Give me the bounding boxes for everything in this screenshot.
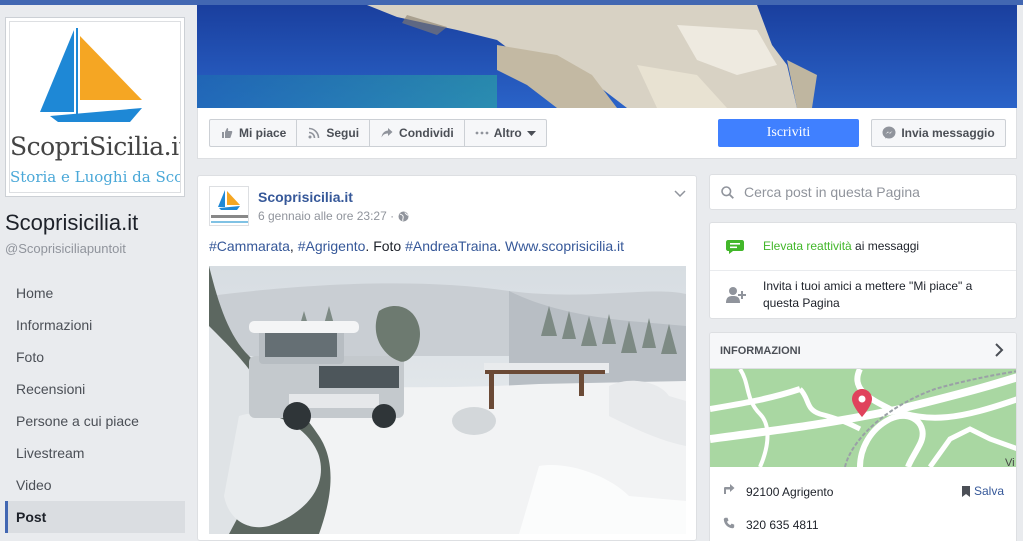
follow-label: Segui xyxy=(326,126,360,140)
responsiveness-highlight: Elevata reattività xyxy=(763,239,852,253)
more-dots-icon xyxy=(475,126,489,140)
nav-item-reviews[interactable]: Recensioni xyxy=(5,373,185,405)
about-card: INFORMAZIONI Vi 92100 Agrigento Salva 32… xyxy=(709,332,1017,541)
page-handle[interactable]: @Scoprisiciliapuntoit xyxy=(5,241,126,256)
phone-number[interactable]: 320 635 4811 xyxy=(746,518,819,532)
about-title: INFORMAZIONI xyxy=(720,345,801,357)
post-photo[interactable] xyxy=(209,266,686,534)
search-input[interactable] xyxy=(744,184,1004,200)
profile-picture[interactable]: ScopriSicilia.it Storia e Luoghi da Scop… xyxy=(5,17,185,197)
left-navigation: Home Informazioni Foto Recensioni Person… xyxy=(5,277,185,533)
rss-icon xyxy=(307,126,321,140)
like-page-label: Mi piace xyxy=(239,126,287,140)
post-author-name[interactable]: Scoprisicilia.it xyxy=(258,189,353,205)
share-label: Condividi xyxy=(399,126,454,140)
more-button[interactable]: Altro xyxy=(463,119,547,147)
page-action-bar: Mi piace Segui Condividi Altro Iscriviti xyxy=(197,108,1017,159)
hashtag-cammarata[interactable]: #Cammarata xyxy=(209,238,290,254)
directions-arrow-icon xyxy=(723,483,735,498)
hashtag-agrigento[interactable]: #Agrigento xyxy=(298,238,366,254)
nav-item-livestream[interactable]: Livestream xyxy=(5,437,185,469)
invite-friends-row[interactable]: Invita i tuoi amici a mettere "Mi piace"… xyxy=(710,271,1016,319)
send-message-button[interactable]: Invia messaggio xyxy=(871,119,1006,147)
invite-friends-text: Invita i tuoi amici a mettere "Mi piace"… xyxy=(763,279,973,310)
logo-text: ScopriSicilia.it xyxy=(10,132,181,161)
nav-item-home[interactable]: Home xyxy=(5,277,185,309)
page-name[interactable]: Scoprisicilia.it xyxy=(5,210,138,236)
messenger-icon xyxy=(882,126,896,140)
save-label: Salva xyxy=(974,484,1005,498)
page-info-card: Elevata reattività ai messaggi Invita i … xyxy=(709,222,1017,319)
map-label: Vi xyxy=(1005,457,1015,467)
address-row: 92100 Agrigento Salva xyxy=(710,479,1016,503)
chevron-right-icon[interactable] xyxy=(994,342,1004,361)
post-card: Scoprisicilia.it 6 gennaio alle ore 23:2… xyxy=(197,175,697,541)
phone-row: 320 635 4811 xyxy=(710,512,1016,536)
share-arrow-icon xyxy=(380,126,394,140)
nav-item-posts[interactable]: Post xyxy=(5,501,185,533)
responsiveness-rest: ai messaggi xyxy=(851,239,920,253)
phone-icon xyxy=(723,517,735,532)
cover-photo[interactable] xyxy=(197,5,1017,108)
website-link[interactable]: Www.scoprisicilia.it xyxy=(505,238,624,254)
send-message-label: Invia messaggio xyxy=(901,126,995,140)
chat-bubble-icon xyxy=(725,239,745,258)
add-person-icon xyxy=(726,286,746,307)
more-label: Altro xyxy=(493,126,522,140)
post-options-chevron-icon[interactable] xyxy=(674,188,686,200)
post-timestamp[interactable]: 6 gennaio alle ore 23:27 · xyxy=(258,209,409,223)
address-text[interactable]: 92100 Agrigento xyxy=(746,485,833,499)
nav-item-likes[interactable]: Persone a cui piace xyxy=(5,405,185,437)
location-map[interactable]: Vi xyxy=(710,369,1016,467)
globe-icon xyxy=(398,211,409,222)
post-author-avatar[interactable] xyxy=(209,186,249,226)
about-header[interactable]: INFORMAZIONI xyxy=(710,333,1016,369)
subscribe-button[interactable]: Iscriviti xyxy=(718,119,859,147)
hashtag-andreatraina[interactable]: #AndreaTraina xyxy=(405,238,497,254)
search-icon xyxy=(721,185,734,199)
nav-item-info[interactable]: Informazioni xyxy=(5,309,185,341)
save-location-button[interactable]: Salva xyxy=(962,484,1004,498)
bookmark-icon xyxy=(962,485,970,497)
thumbs-up-icon xyxy=(220,126,234,140)
logo-subtext: Storia e Luoghi da Scoprire xyxy=(10,168,180,186)
like-page-button[interactable]: Mi piace xyxy=(209,119,298,147)
share-button[interactable]: Condividi xyxy=(369,119,465,147)
caret-down-icon xyxy=(526,130,536,136)
responsiveness-row: Elevata reattività ai messaggi xyxy=(710,223,1016,271)
page-post-search xyxy=(709,174,1017,210)
nav-item-photos[interactable]: Foto xyxy=(5,341,185,373)
post-text: #Cammarata, #Agrigento. Foto #AndreaTrai… xyxy=(209,238,624,254)
nav-item-video[interactable]: Video xyxy=(5,469,185,501)
follow-button[interactable]: Segui xyxy=(296,119,371,147)
